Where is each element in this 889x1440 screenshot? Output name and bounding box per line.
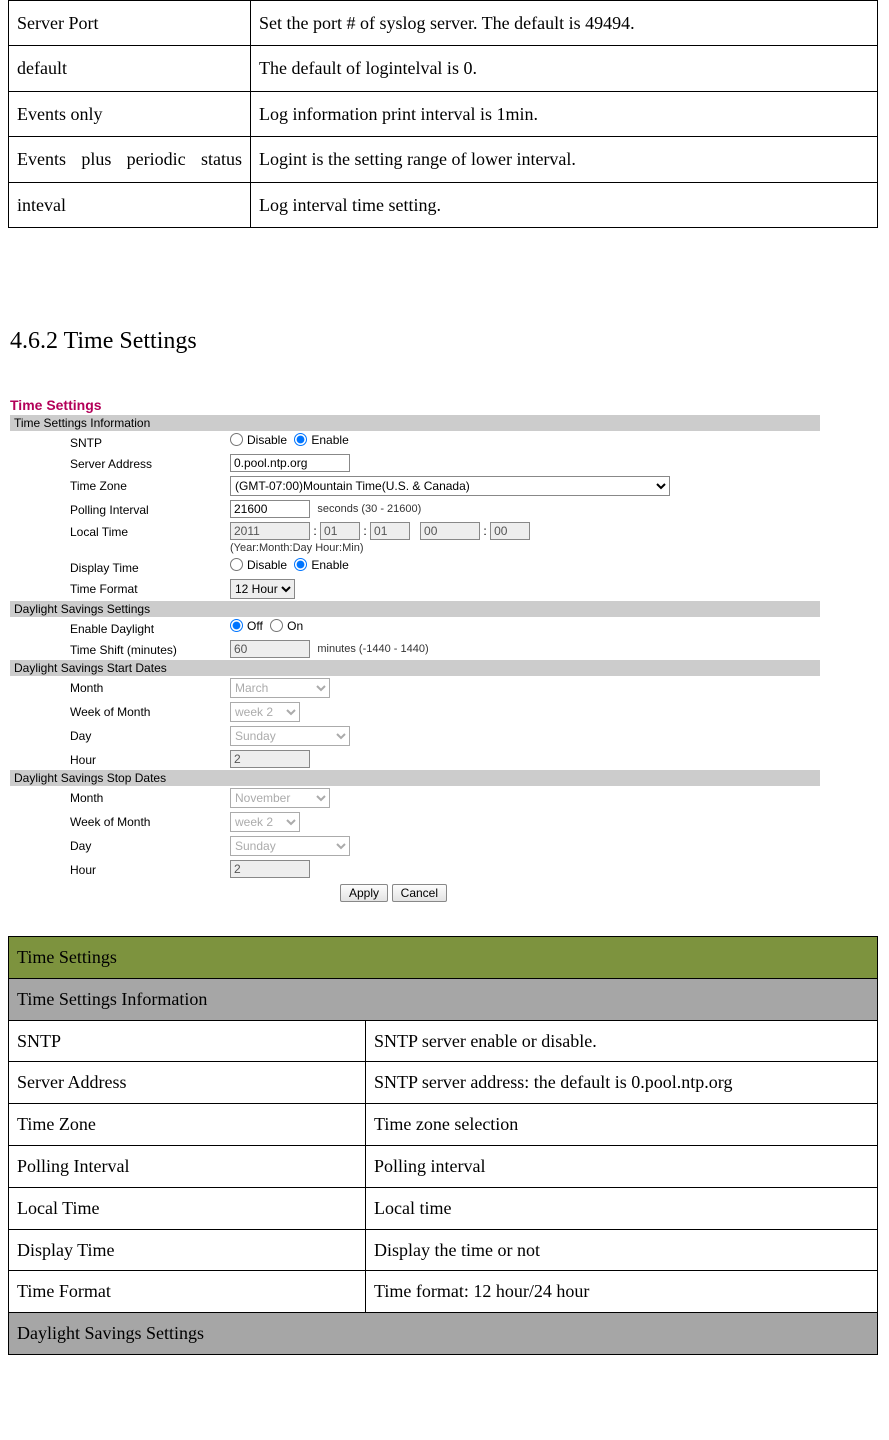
timezone-label: Time Zone xyxy=(10,476,230,493)
group-header-dst: Daylight Savings Settings xyxy=(10,601,820,617)
top-definition-table: Server Port Set the port # of syslog ser… xyxy=(8,0,878,228)
timezone-select[interactable]: (GMT-07:00)Mountain Time(U.S. & Canada) xyxy=(230,476,670,496)
section-heading: 4.6.2 Time Settings xyxy=(10,328,889,355)
radio-label: Disable xyxy=(247,433,287,447)
table-cell: Server Address xyxy=(9,1062,366,1104)
cancel-button[interactable]: Cancel xyxy=(392,884,447,902)
table-title-row: Time Settings xyxy=(9,936,878,978)
start-day-select[interactable]: Sunday xyxy=(230,726,350,746)
daylight-on-radio[interactable] xyxy=(270,619,283,632)
table-header-row: Daylight Savings Settings xyxy=(9,1313,878,1355)
table-cell: SNTP xyxy=(9,1020,366,1062)
polling-interval-label: Polling Interval xyxy=(10,500,230,517)
display-time-label: Display Time xyxy=(10,558,230,575)
table-cell: Local time xyxy=(366,1187,878,1229)
stop-day-select[interactable]: Sunday xyxy=(230,836,350,856)
time-format-label: Time Format xyxy=(10,579,230,596)
table-cell: Set the port # of syslog server. The def… xyxy=(251,1,878,46)
start-week-label: Week of Month xyxy=(10,702,230,719)
table-cell: Polling interval xyxy=(366,1145,878,1187)
group-header-stop: Daylight Savings Stop Dates xyxy=(10,770,820,786)
time-shift-hint: minutes (-1440 - 1440) xyxy=(317,643,428,655)
table-cell: Time Format xyxy=(9,1271,366,1313)
table-cell: default xyxy=(9,46,251,91)
panel-title: Time Settings xyxy=(10,395,820,415)
local-hour-input[interactable] xyxy=(420,522,480,540)
polling-interval-input[interactable] xyxy=(230,500,310,518)
server-address-label: Server Address xyxy=(10,454,230,471)
local-month-input[interactable] xyxy=(320,522,360,540)
start-hour-label: Hour xyxy=(10,750,230,767)
polling-hint: seconds (30 - 21600) xyxy=(317,503,421,515)
table-cell: Log information print interval is 1min. xyxy=(251,91,878,136)
table-cell: Time format: 12 hour/24 hour xyxy=(366,1271,878,1313)
radio-label: Enable xyxy=(311,558,348,572)
local-day-input[interactable] xyxy=(370,522,410,540)
radio-label: Disable xyxy=(247,558,287,572)
time-format-select[interactable]: 12 Hour xyxy=(230,579,295,599)
table-cell: Time zone selection xyxy=(366,1104,878,1146)
stop-hour-input[interactable] xyxy=(230,860,310,878)
stop-week-select[interactable]: week 2 xyxy=(230,812,300,832)
group-header-start: Daylight Savings Start Dates xyxy=(10,660,820,676)
table-cell: Polling Interval xyxy=(9,1145,366,1187)
local-min-input[interactable] xyxy=(490,522,530,540)
apply-button[interactable]: Apply xyxy=(340,884,388,902)
sntp-label: SNTP xyxy=(10,433,230,450)
stop-month-select[interactable]: November xyxy=(230,788,330,808)
table-cell: Logint is the setting range of lower int… xyxy=(251,137,878,182)
table-cell: SNTP server address: the default is 0.po… xyxy=(366,1062,878,1104)
table-cell: Events plus periodic status xyxy=(9,137,251,182)
daylight-off-radio[interactable] xyxy=(230,619,243,632)
start-month-label: Month xyxy=(10,678,230,695)
radio-label: Enable xyxy=(311,433,348,447)
enable-daylight-label: Enable Daylight xyxy=(10,619,230,636)
stop-week-label: Week of Month xyxy=(10,812,230,829)
radio-label: Off xyxy=(247,619,263,633)
table-header-row: Time Settings Information xyxy=(9,978,878,1020)
table-cell: Log interval time setting. xyxy=(251,182,878,227)
display-enable-radio[interactable] xyxy=(294,558,307,571)
table-cell: Server Port xyxy=(9,1,251,46)
table-cell: Display Time xyxy=(9,1229,366,1271)
server-address-input[interactable] xyxy=(230,454,350,472)
start-week-select[interactable]: week 2 xyxy=(230,702,300,722)
radio-label: On xyxy=(287,619,303,633)
sntp-disable-radio[interactable] xyxy=(230,433,243,446)
local-year-input[interactable] xyxy=(230,522,310,540)
table-cell: SNTP server enable or disable. xyxy=(366,1020,878,1062)
stop-hour-label: Hour xyxy=(10,860,230,877)
time-shift-input[interactable] xyxy=(230,640,310,658)
display-disable-radio[interactable] xyxy=(230,558,243,571)
local-time-hint: (Year:Month:Day Hour:Min) xyxy=(230,542,363,554)
table-cell: Local Time xyxy=(9,1187,366,1229)
start-day-label: Day xyxy=(10,726,230,743)
time-shift-label: Time Shift (minutes) xyxy=(10,640,230,657)
table-cell: inteval xyxy=(9,182,251,227)
table-cell: Events only xyxy=(9,91,251,136)
start-hour-input[interactable] xyxy=(230,750,310,768)
group-header-info: Time Settings Information xyxy=(10,415,820,431)
local-time-label: Local Time xyxy=(10,522,230,539)
table-cell: The default of logintelval is 0. xyxy=(251,46,878,91)
table-cell: Display the time or not xyxy=(366,1229,878,1271)
time-settings-screenshot: Time Settings Time Settings Information … xyxy=(10,395,820,906)
table-cell: Time Zone xyxy=(9,1104,366,1146)
stop-day-label: Day xyxy=(10,836,230,853)
time-settings-desc-table: Time Settings Time Settings Information … xyxy=(8,936,878,1355)
stop-month-label: Month xyxy=(10,788,230,805)
sntp-enable-radio[interactable] xyxy=(294,433,307,446)
start-month-select[interactable]: March xyxy=(230,678,330,698)
